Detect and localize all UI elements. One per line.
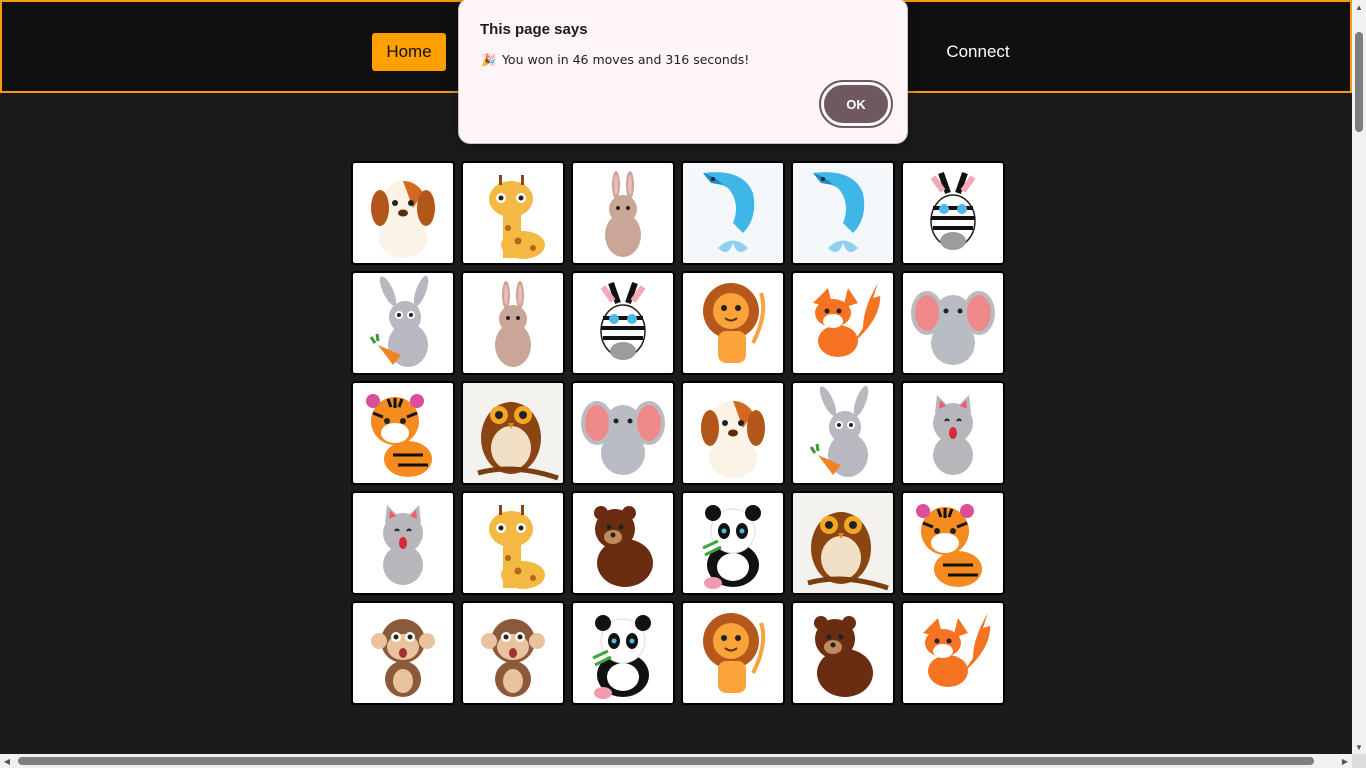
memory-card[interactable] — [791, 161, 895, 265]
dolphin-icon — [683, 163, 783, 263]
memory-card[interactable] — [791, 381, 895, 485]
bear-icon — [573, 493, 673, 593]
memory-card[interactable] — [351, 381, 455, 485]
monkey-icon — [463, 603, 563, 703]
dog-icon — [353, 163, 453, 263]
ok-button[interactable]: OK — [819, 80, 893, 128]
memory-card[interactable] — [461, 271, 565, 375]
bunny-carrot-icon — [353, 273, 453, 373]
memory-card[interactable] — [351, 491, 455, 595]
tiger-icon — [903, 493, 1003, 593]
scroll-up-arrow-icon[interactable]: ▲ — [1352, 0, 1366, 14]
dialog-title: This page says — [480, 21, 588, 38]
tiger-icon — [353, 383, 453, 483]
dialog-message-text: You won in 46 moves and 316 seconds! — [501, 52, 750, 67]
memory-card[interactable] — [681, 271, 785, 375]
memory-card[interactable] — [461, 491, 565, 595]
memory-card[interactable] — [901, 381, 1005, 485]
panda-icon — [573, 603, 673, 703]
lion-icon — [683, 273, 783, 373]
memory-card[interactable] — [681, 381, 785, 485]
horizontal-scrollbar[interactable]: ◀ ▶ — [0, 754, 1352, 768]
memory-card[interactable] — [791, 271, 895, 375]
memory-card[interactable] — [461, 601, 565, 705]
elephant-icon — [573, 383, 673, 483]
memory-card[interactable] — [351, 161, 455, 265]
memory-card[interactable] — [571, 601, 675, 705]
bear-icon — [793, 603, 893, 703]
cat-icon — [353, 493, 453, 593]
lion-icon — [683, 603, 783, 703]
memory-card[interactable] — [681, 601, 785, 705]
memory-card[interactable] — [351, 271, 455, 375]
vertical-scrollbar[interactable]: ▲ ▼ — [1352, 0, 1366, 768]
giraffe-icon — [463, 493, 563, 593]
memory-card[interactable] — [571, 381, 675, 485]
memory-card-grid — [351, 161, 1005, 705]
memory-card[interactable] — [901, 271, 1005, 375]
bunny-carrot-icon — [793, 383, 893, 483]
scroll-down-arrow-icon[interactable]: ▼ — [1352, 740, 1366, 754]
panda-icon — [683, 493, 783, 593]
scrollbar-corner — [1352, 754, 1366, 768]
memory-card[interactable] — [681, 491, 785, 595]
fox-icon — [793, 273, 893, 373]
memory-card[interactable] — [791, 491, 895, 595]
scroll-right-arrow-icon[interactable]: ▶ — [1338, 754, 1352, 768]
rabbit-icon — [573, 163, 673, 263]
memory-card[interactable] — [461, 381, 565, 485]
memory-card[interactable] — [901, 601, 1005, 705]
memory-card[interactable] — [901, 161, 1005, 265]
dolphin-icon — [793, 163, 893, 263]
dog-icon — [683, 383, 783, 483]
zebra-icon — [573, 273, 673, 373]
memory-card[interactable] — [571, 271, 675, 375]
horizontal-scroll-thumb[interactable] — [18, 757, 1314, 765]
elephant-icon — [903, 273, 1003, 373]
cat-icon — [903, 383, 1003, 483]
giraffe-icon — [463, 163, 563, 263]
memory-card[interactable] — [571, 491, 675, 595]
party-popper-icon: 🎉 — [481, 52, 496, 67]
nav-home-button[interactable]: Home — [372, 33, 446, 71]
memory-card[interactable] — [571, 161, 675, 265]
zebra-icon — [903, 163, 1003, 263]
memory-card[interactable] — [681, 161, 785, 265]
memory-card[interactable] — [791, 601, 895, 705]
fox-icon — [903, 603, 1003, 703]
owl-icon — [463, 383, 563, 483]
owl-icon — [793, 493, 893, 593]
memory-card[interactable] — [901, 491, 1005, 595]
vertical-scroll-thumb[interactable] — [1355, 32, 1363, 132]
rabbit-icon — [463, 273, 563, 373]
alert-dialog: This page says 🎉 You won in 46 moves and… — [458, 0, 908, 144]
scroll-left-arrow-icon[interactable]: ◀ — [0, 754, 14, 768]
memory-card[interactable] — [351, 601, 455, 705]
dialog-message: 🎉 You won in 46 moves and 316 seconds! — [481, 52, 749, 67]
memory-card[interactable] — [461, 161, 565, 265]
monkey-icon — [353, 603, 453, 703]
nav-connect-link[interactable]: Connect — [932, 33, 1024, 71]
